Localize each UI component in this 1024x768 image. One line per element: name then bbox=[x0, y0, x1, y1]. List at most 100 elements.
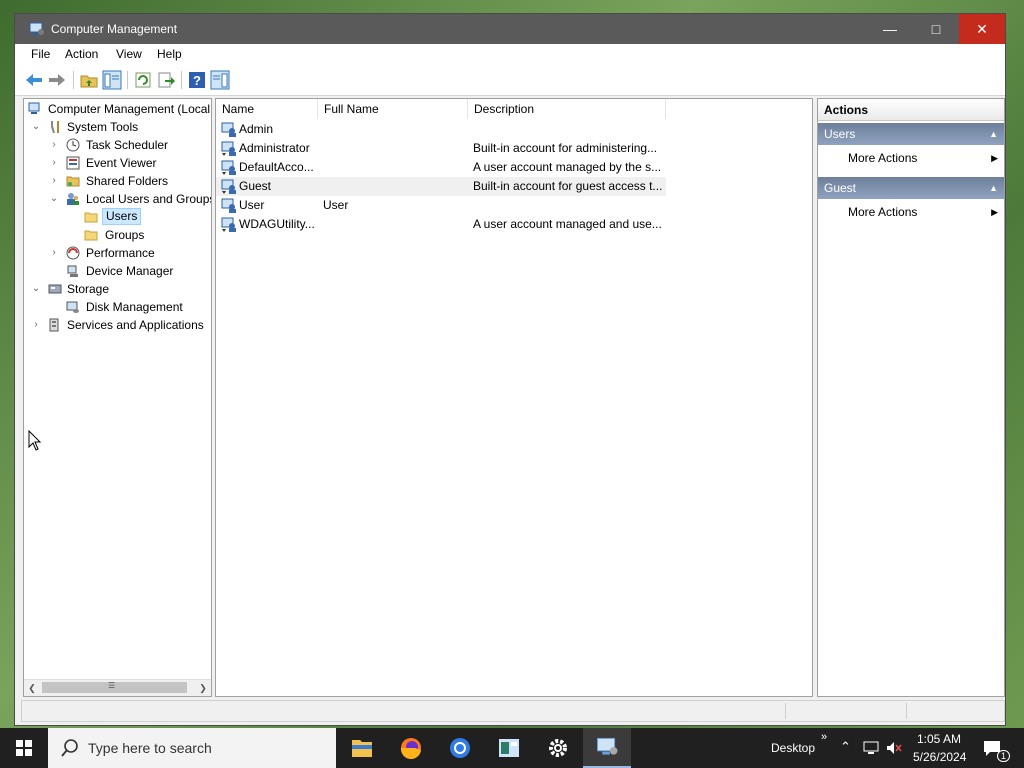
column-header-full-name[interactable]: Full Name bbox=[318, 99, 468, 119]
chevron-down-icon[interactable]: ⌄ bbox=[30, 280, 42, 298]
refresh-icon[interactable] bbox=[133, 70, 153, 90]
list-item[interactable]: DefaultAcco... A user account managed by… bbox=[216, 158, 666, 177]
scroll-left-icon[interactable]: ❮ bbox=[24, 680, 40, 696]
more-actions-users[interactable]: More Actions ▶ bbox=[848, 148, 998, 168]
menu-action[interactable]: Action bbox=[65, 47, 98, 61]
menu-bar: File Action View Help bbox=[15, 44, 1005, 65]
sticky-app-icon[interactable] bbox=[485, 728, 533, 768]
console-tree: Computer Management (Local ⌄ System Tool… bbox=[23, 98, 212, 697]
close-button[interactable]: ✕ bbox=[959, 14, 1005, 44]
computer-management-window: Computer Management — □ ✕ File Action Vi… bbox=[14, 13, 1006, 726]
folder-icon bbox=[84, 230, 98, 241]
maximize-button[interactable]: □ bbox=[913, 14, 959, 44]
up-folder-icon[interactable] bbox=[79, 70, 99, 90]
tree-item-event-viewer[interactable]: › Event Viewer bbox=[26, 154, 211, 172]
tree-item-computer-management[interactable]: Computer Management (Local bbox=[26, 100, 211, 118]
column-header-name[interactable]: Name bbox=[216, 99, 318, 119]
tree-item-users[interactable]: Users bbox=[26, 208, 211, 226]
chevron-right-icon[interactable]: › bbox=[48, 172, 60, 190]
file-explorer-icon[interactable] bbox=[338, 728, 386, 768]
chevron-down-icon[interactable]: ⌄ bbox=[48, 190, 60, 208]
windows-start-icon[interactable] bbox=[0, 728, 48, 768]
user-list: Name Full Name Description Admin Adminis… bbox=[215, 98, 813, 697]
list-item[interactable]: Guest Built-in account for guest access … bbox=[216, 177, 666, 196]
chevron-right-icon[interactable]: › bbox=[48, 154, 60, 172]
tree-horizontal-scrollbar[interactable]: ❮ ☰ ❯ bbox=[24, 679, 211, 696]
menu-view[interactable]: View bbox=[116, 47, 142, 61]
status-separator bbox=[785, 703, 786, 719]
export-list-icon[interactable] bbox=[156, 70, 176, 90]
menu-file[interactable]: File bbox=[31, 47, 50, 61]
list-item[interactable]: Admin bbox=[216, 120, 666, 139]
tree-label: Groups bbox=[105, 228, 145, 242]
desktop-toolbar-label[interactable]: Desktop bbox=[771, 741, 815, 755]
chrome-icon[interactable] bbox=[436, 728, 484, 768]
collapse-up-icon[interactable]: ▲ bbox=[989, 123, 998, 145]
computer-management-taskbar-icon[interactable] bbox=[583, 728, 631, 768]
computer-management-icon bbox=[28, 102, 40, 114]
user-icon bbox=[221, 179, 236, 194]
firefox-icon[interactable] bbox=[387, 728, 435, 768]
chevron-right-icon[interactable]: › bbox=[30, 316, 42, 334]
tree-label: Shared Folders bbox=[86, 174, 169, 188]
help-icon[interactable]: ? bbox=[187, 70, 207, 90]
more-actions-guest[interactable]: More Actions ▶ bbox=[848, 202, 998, 222]
forward-arrow-icon[interactable] bbox=[47, 70, 67, 90]
toolbar-separator bbox=[127, 71, 128, 89]
window-title: Computer Management bbox=[51, 22, 178, 36]
tree-label: Local Users and Groups bbox=[86, 192, 212, 206]
clock-time[interactable]: 1:05 AM bbox=[917, 732, 961, 746]
tree-item-performance[interactable]: › Performance bbox=[26, 244, 211, 262]
tree-item-system-tools[interactable]: ⌄ System Tools bbox=[26, 118, 211, 136]
collapse-up-icon[interactable]: ▲ bbox=[989, 177, 998, 199]
show-hide-console-tree-icon[interactable] bbox=[102, 70, 122, 90]
tree-label: Storage bbox=[67, 282, 110, 296]
show-hidden-icons-chevron-icon[interactable]: ⌃ bbox=[840, 739, 851, 755]
user-icon bbox=[221, 198, 236, 213]
scroll-grip-icon: ☰ bbox=[108, 681, 116, 690]
submenu-arrow-icon: ▶ bbox=[991, 207, 998, 217]
chevron-right-icon[interactable]: › bbox=[48, 244, 60, 262]
actions-section-users[interactable]: Users ▲ bbox=[818, 123, 1004, 145]
list-item[interactable]: Administrator Built-in account for admin… bbox=[216, 139, 666, 158]
column-header-description[interactable]: Description bbox=[468, 99, 666, 119]
actions-title: Actions bbox=[818, 99, 1004, 121]
tree-item-disk-management[interactable]: Disk Management bbox=[26, 298, 211, 316]
tree-label: Services and Applications bbox=[67, 318, 204, 332]
back-arrow-icon[interactable] bbox=[24, 70, 44, 90]
show-hide-action-pane-icon[interactable] bbox=[210, 70, 230, 90]
toolbar-separator bbox=[73, 71, 74, 89]
tree-item-device-manager[interactable]: Device Manager bbox=[26, 262, 211, 280]
user-icon bbox=[221, 160, 236, 175]
tree-item-services-and-applications[interactable]: › Services and Applications bbox=[26, 316, 211, 334]
list-item[interactable]: WDAGUtility... A user account managed an… bbox=[216, 215, 666, 234]
services-icon bbox=[49, 318, 59, 332]
tree-label: Users bbox=[102, 208, 142, 225]
menu-help[interactable]: Help bbox=[157, 47, 182, 61]
toolbar-overflow-icon[interactable]: » bbox=[821, 731, 827, 743]
network-icon[interactable] bbox=[862, 740, 880, 756]
minimize-button[interactable]: — bbox=[867, 14, 913, 44]
tree-label: Task Scheduler bbox=[86, 138, 169, 152]
actions-section-guest[interactable]: Guest ▲ bbox=[818, 177, 1004, 199]
scroll-right-icon[interactable]: ❯ bbox=[195, 680, 211, 696]
taskbar-search[interactable]: Type here to search bbox=[48, 728, 336, 768]
chevron-down-icon[interactable]: ⌄ bbox=[30, 118, 42, 136]
clock-date[interactable]: 5/26/2024 bbox=[913, 750, 966, 764]
user-icon bbox=[221, 217, 236, 232]
tree-item-storage[interactable]: ⌄ Storage bbox=[26, 280, 211, 298]
users-group-icon bbox=[67, 193, 79, 205]
storage-icon bbox=[48, 284, 62, 294]
list-item[interactable]: User User bbox=[216, 196, 666, 215]
volume-muted-icon[interactable] bbox=[885, 740, 903, 756]
status-bar bbox=[21, 700, 1005, 722]
tree-item-local-users-and-groups[interactable]: ⌄ Local Users and Groups bbox=[26, 190, 212, 208]
toolbar-separator bbox=[181, 71, 182, 89]
settings-gear-icon[interactable] bbox=[534, 728, 582, 768]
shared-folder-icon bbox=[66, 176, 80, 187]
tree-item-shared-folders[interactable]: › Shared Folders bbox=[26, 172, 211, 190]
tree-item-task-scheduler[interactable]: › Task Scheduler bbox=[26, 136, 211, 154]
chevron-right-icon[interactable]: › bbox=[48, 136, 60, 154]
svg-text:?: ? bbox=[193, 73, 201, 88]
tree-item-groups[interactable]: Groups bbox=[26, 226, 211, 244]
